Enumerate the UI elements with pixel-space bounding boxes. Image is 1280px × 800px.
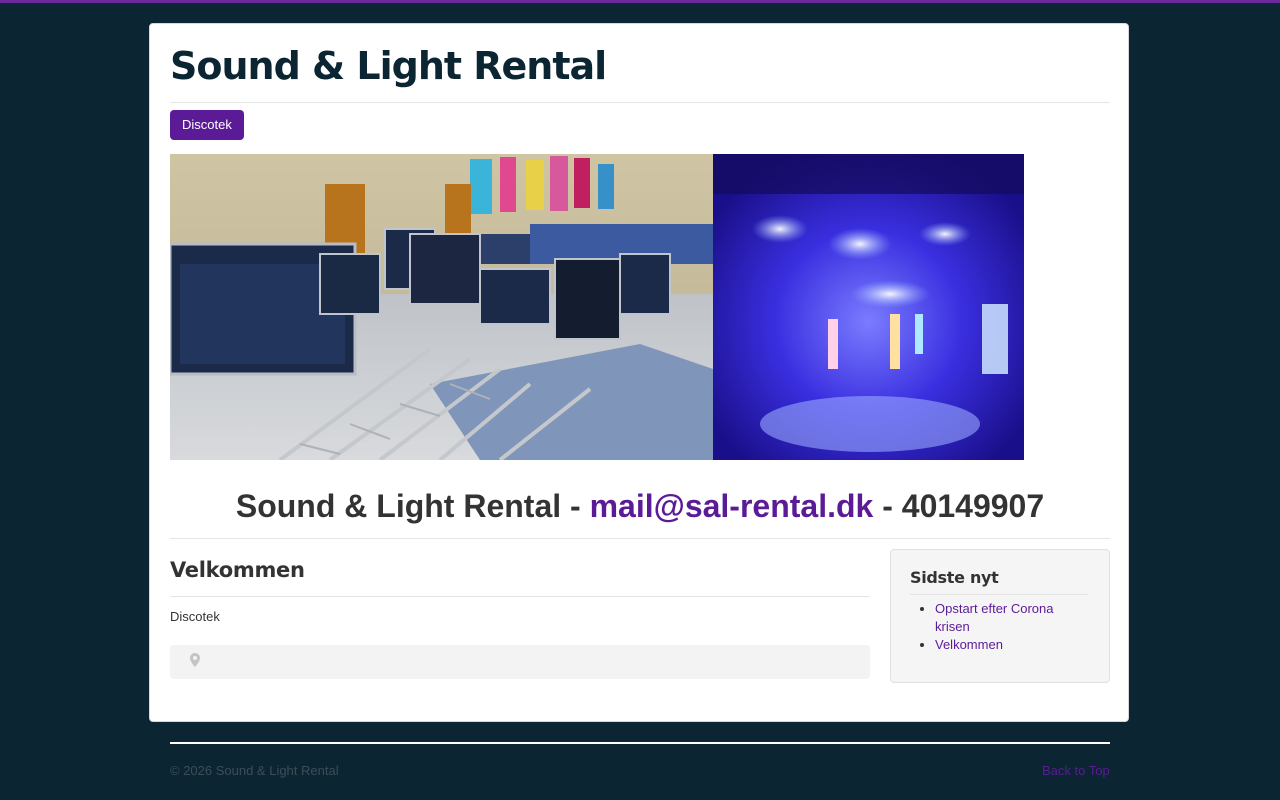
stage-lights-photo bbox=[713, 154, 1024, 460]
news-link-velkommen[interactable]: Velkommen bbox=[935, 637, 1003, 652]
nav-item-discotek[interactable]: Discotek bbox=[170, 110, 244, 140]
news-list-item: Velkommen bbox=[935, 636, 1090, 654]
footer-copyright: © 2026 Sound & Light Rental bbox=[170, 763, 339, 778]
sidebar-divider bbox=[910, 594, 1088, 595]
site-title: Sound & Light Rental bbox=[170, 44, 607, 88]
sidebar-heading: Sidste nyt bbox=[910, 568, 999, 587]
contact-email-link[interactable]: mail@sal-rental.dk bbox=[590, 488, 874, 524]
news-link-corona[interactable]: Opstart efter Corona krisen bbox=[935, 601, 1054, 634]
header-divider bbox=[170, 102, 1110, 103]
back-to-top-link[interactable]: Back to Top bbox=[1042, 763, 1110, 778]
location-bar bbox=[170, 645, 870, 679]
footer-divider bbox=[170, 742, 1110, 744]
contact-separator: - bbox=[873, 488, 902, 524]
contact-divider bbox=[170, 538, 1110, 539]
page-container: Sound & Light Rental Discotek Sound & Li… bbox=[149, 23, 1129, 722]
contact-line: Sound & Light Rental - mail@sal-rental.d… bbox=[150, 488, 1130, 525]
contact-company: Sound & Light Rental - bbox=[235, 488, 590, 524]
contact-phone: 40149907 bbox=[901, 488, 1045, 524]
main-heading: Velkommen bbox=[170, 558, 305, 582]
main-content: Velkommen Discotek bbox=[170, 558, 870, 679]
main-text: Discotek bbox=[170, 609, 220, 624]
main-divider bbox=[170, 596, 870, 597]
banner-images bbox=[170, 154, 1024, 460]
news-list: Opstart efter Corona krisen Velkommen bbox=[910, 600, 1090, 654]
news-list-item: Opstart efter Corona krisen bbox=[935, 600, 1090, 636]
top-accent-strip bbox=[0, 0, 1280, 3]
map-pin-icon bbox=[190, 653, 200, 670]
equipment-photo bbox=[170, 154, 713, 460]
news-sidebar: Sidste nyt Opstart efter Corona krisen V… bbox=[890, 549, 1110, 683]
